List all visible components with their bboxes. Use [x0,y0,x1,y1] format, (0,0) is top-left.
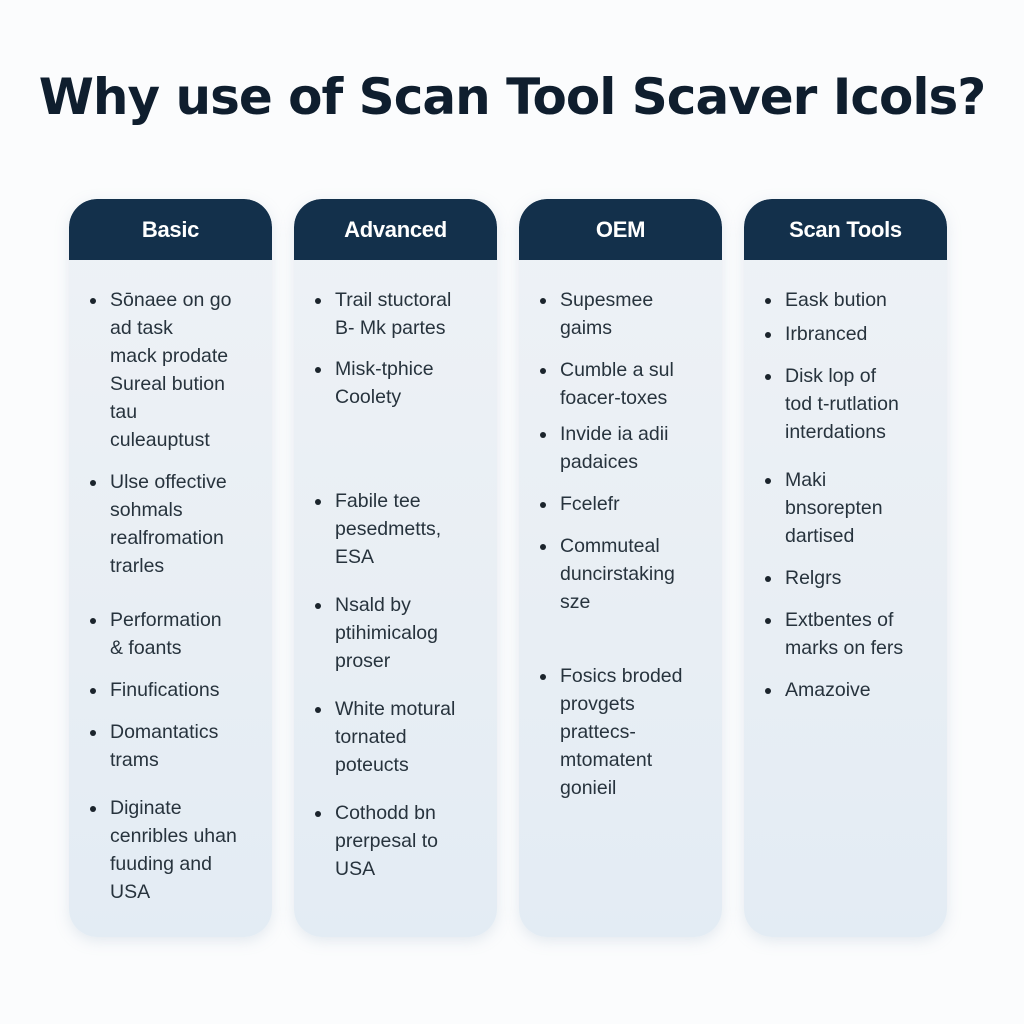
column-advanced: Advanced Trail stuctoral B- Mk partes Mi… [294,199,497,937]
list-item: Nsald by ptihimicalog proser [312,591,483,675]
list-item: Misk-tphice Coolety [312,355,483,411]
list-item: Cothodd bn prerpesal to USA [312,799,483,883]
page-title: Why use of Scan Tool Scaver Icols? [38,68,987,126]
list-item: Trail stuctoral B- Mk partes [312,286,483,342]
list-item: White motural tornated poteucts [312,695,483,779]
list-item: Amazoive [762,676,933,704]
column-header: Basic [69,199,272,260]
list-item: Diginate cenribles uhan fuuding and USA [87,794,258,906]
list-item: Ulse offective sohmals realfromation tra… [87,468,258,580]
list-item: Fcelefr [537,490,708,518]
list-item: Invide ia adii padaices [537,420,708,476]
feature-list: Eask bution Irbranced Disk lop of tod t-… [762,286,933,704]
list-item: Domantatics trams [87,718,258,774]
comparison-columns: Basic Sōnaee on go ad task mack prodate … [69,199,947,937]
list-item: Fosics broded provgets prattecs- mtomate… [537,662,708,802]
feature-list: Trail stuctoral B- Mk partes Misk-tphice… [312,286,483,883]
list-item: Sōnaee on go ad task mack prodate Sureal… [87,286,258,454]
list-item: Maki bnsorepten dartised [762,466,933,550]
column-header: OEM [519,199,722,260]
list-item: Cumble a sul foacer-toxes [537,356,708,412]
column-basic: Basic Sōnaee on go ad task mack prodate … [69,199,272,937]
list-item: Supesmee gaims [537,286,708,342]
list-item: Relgrs [762,564,933,592]
list-item: Extbentes of marks on fers [762,606,933,662]
column-oem: OEM Supesmee gaims Cumble a sul foacer-t… [519,199,722,937]
list-item: Commuteal duncirstaking sze [537,532,708,616]
list-item: Eask bution [762,286,933,314]
list-item: Finufications [87,676,258,704]
feature-list: Sōnaee on go ad task mack prodate Sureal… [87,286,258,906]
list-item: Fabile tee pesedmetts, ESA [312,487,483,571]
list-item: Irbranced [762,320,933,348]
column-header: Advanced [294,199,497,260]
feature-list: Supesmee gaims Cumble a sul foacer-toxes… [537,286,708,802]
list-item: Performation & foants [87,606,258,662]
column-scan-tools: Scan Tools Eask bution Irbranced Disk lo… [744,199,947,937]
column-header: Scan Tools [744,199,947,260]
list-item: Disk lop of tod t-rutlation interdations [762,362,933,446]
